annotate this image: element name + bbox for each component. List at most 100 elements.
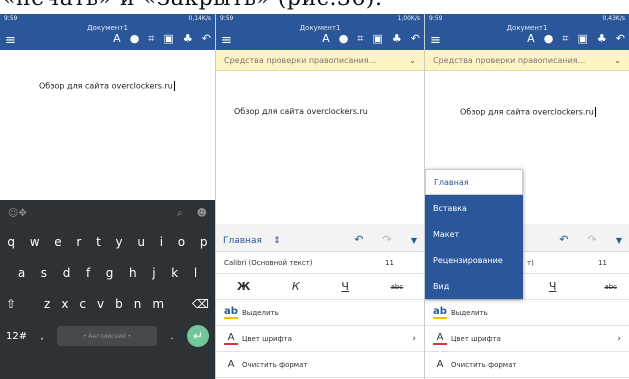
ribbon-tab-menu: Главная Вставка Макет Рецензирование Вид <box>425 169 523 299</box>
menu-item-home[interactable]: Главная <box>425 169 523 195</box>
menu-item-layout[interactable]: Макет <box>425 221 523 247</box>
enter-key[interactable]: ↵ <box>186 325 209 347</box>
font-color-row[interactable]: A Цвет шрифта › <box>425 326 629 352</box>
menu-icon[interactable]: ≡ <box>221 34 232 47</box>
menu-item-view[interactable]: Вид <box>425 273 523 299</box>
font-name: т) <box>527 258 534 267</box>
menu-item-review[interactable]: Рецензирование <box>425 247 523 273</box>
bold-button[interactable]: Ж <box>237 280 250 293</box>
save-icon[interactable]: ▣ <box>373 32 383 46</box>
ribbon-tab-selector[interactable]: Главная ⇕ <box>223 228 281 247</box>
view-icon[interactable]: ⌗ <box>562 32 568 46</box>
key[interactable]: a <box>18 266 25 280</box>
key[interactable]: j <box>152 266 155 280</box>
strikethrough-button[interactable]: abc <box>604 283 617 291</box>
period-key[interactable]: . <box>170 331 173 342</box>
undo-icon[interactable]: ↶ <box>559 233 568 246</box>
key[interactable]: k <box>171 266 178 280</box>
highlight-row[interactable]: ab Выделить <box>425 300 629 326</box>
document-text[interactable]: Обзор для сайта overclockers.ru <box>234 107 368 116</box>
app-titlebar: Документ1 ≡ A ● ⌗ ▣ ♣ ↶ <box>216 23 424 50</box>
shift-icon[interactable]: ⇧ <box>6 297 16 311</box>
key[interactable]: o <box>178 235 185 249</box>
share-icon[interactable]: ♣ <box>183 32 193 46</box>
key[interactable]: q <box>7 235 15 249</box>
key[interactable]: r <box>76 235 81 249</box>
app-titlebar: Документ1 ≡ A ● ⌗ ▣ ♣ ↶ <box>0 23 215 50</box>
key[interactable]: f <box>86 266 90 280</box>
italic-button[interactable]: К <box>292 280 300 293</box>
redo-icon[interactable]: ↷ <box>588 233 597 246</box>
save-icon[interactable]: ▣ <box>578 32 588 46</box>
key[interactable]: m <box>152 297 164 311</box>
keyboard-search-icon[interactable]: ⌕ <box>177 208 183 219</box>
key[interactable]: x <box>61 297 68 311</box>
collapse-icon[interactable]: ▼ <box>616 236 622 245</box>
key[interactable]: n <box>134 297 142 311</box>
menu-item-insert[interactable]: Вставка <box>425 195 523 221</box>
key[interactable]: g <box>106 266 114 280</box>
numbers-key[interactable]: 12# <box>6 331 27 342</box>
undo-icon[interactable]: ↶ <box>616 32 625 46</box>
view-icon[interactable]: ⌗ <box>357 32 363 46</box>
view-icon[interactable]: ⌗ <box>148 32 154 46</box>
font-color-row[interactable]: A Цвет шрифта › <box>216 326 424 352</box>
search-icon[interactable]: ● <box>339 32 349 46</box>
keyboard-bottom-row: 12# , • Английский • . ↵ <box>0 319 215 353</box>
highlight-label: Выделить <box>242 308 279 317</box>
undo-icon[interactable]: ↶ <box>202 32 211 46</box>
sticker-icon[interactable]: ☻ <box>197 208 207 219</box>
clear-format-row[interactable]: A Очистить формат <box>425 352 629 378</box>
spell-check-bar[interactable]: Средства проверки правописания... ⌄ <box>216 50 424 71</box>
undo-icon[interactable]: ↶ <box>354 233 363 246</box>
strikethrough-button[interactable]: abc <box>391 283 404 291</box>
menu-icon[interactable]: ≡ <box>430 34 441 47</box>
underline-button[interactable]: Ч <box>549 280 557 293</box>
share-icon[interactable]: ♣ <box>392 32 402 46</box>
key[interactable]: v <box>97 297 104 311</box>
key[interactable]: s <box>41 266 47 280</box>
key[interactable]: t <box>96 235 101 249</box>
clear-format-row[interactable]: A Очистить формат <box>216 352 424 378</box>
format-icon[interactable]: A <box>527 32 535 46</box>
space-key[interactable]: • Английский • <box>57 326 158 346</box>
key[interactable]: b <box>115 297 123 311</box>
backspace-icon[interactable]: ⌫ <box>192 297 209 311</box>
key[interactable]: y <box>116 235 123 249</box>
menu-icon[interactable]: ≡ <box>5 34 16 47</box>
ribbon-tab-name: Главная <box>223 236 262 246</box>
comma-key[interactable]: , <box>40 331 43 342</box>
collapse-icon[interactable]: ▼ <box>411 236 417 245</box>
share-icon[interactable]: ♣ <box>597 32 607 46</box>
highlight-row[interactable]: ab Выделить <box>216 300 424 326</box>
cursor-move-icon[interactable]: ✥ <box>18 208 26 219</box>
clear-format-icon: A <box>227 359 235 370</box>
emoji-icon[interactable]: ☺ <box>8 208 18 219</box>
key[interactable]: d <box>63 266 71 280</box>
key[interactable]: h <box>129 266 137 280</box>
format-icon[interactable]: A <box>113 32 121 46</box>
key[interactable]: p <box>200 235 208 249</box>
spell-check-bar[interactable]: Средства проверки правописания... ⌄ <box>425 50 629 71</box>
chevron-right-icon: › <box>412 333 416 344</box>
key[interactable]: e <box>54 235 61 249</box>
key[interactable]: l <box>194 266 197 280</box>
format-icon[interactable]: A <box>322 32 330 46</box>
key[interactable]: c <box>79 297 86 311</box>
spell-check-label: Средства проверки правописания... <box>224 55 377 65</box>
search-icon[interactable]: ● <box>130 32 140 46</box>
save-icon[interactable]: ▣ <box>164 32 174 46</box>
key[interactable]: u <box>137 235 145 249</box>
key[interactable]: w <box>30 235 40 249</box>
highlighter-icon: ab <box>433 306 447 319</box>
key[interactable]: i <box>160 235 163 249</box>
document-body[interactable]: Обзор для сайта overclockers.ru <box>460 107 596 117</box>
underline-button[interactable]: Ч <box>341 280 349 293</box>
key[interactable]: z <box>44 297 50 311</box>
document-body[interactable]: Обзор для сайта overclockers.ru <box>39 81 175 91</box>
undo-icon[interactable]: ↶ <box>411 32 420 46</box>
status-network: 0,43K/s <box>602 15 625 22</box>
search-icon[interactable]: ● <box>544 32 554 46</box>
font-row[interactable]: Calibri (Основной текст) 11 <box>216 252 424 274</box>
redo-icon[interactable]: ↷ <box>383 233 392 246</box>
